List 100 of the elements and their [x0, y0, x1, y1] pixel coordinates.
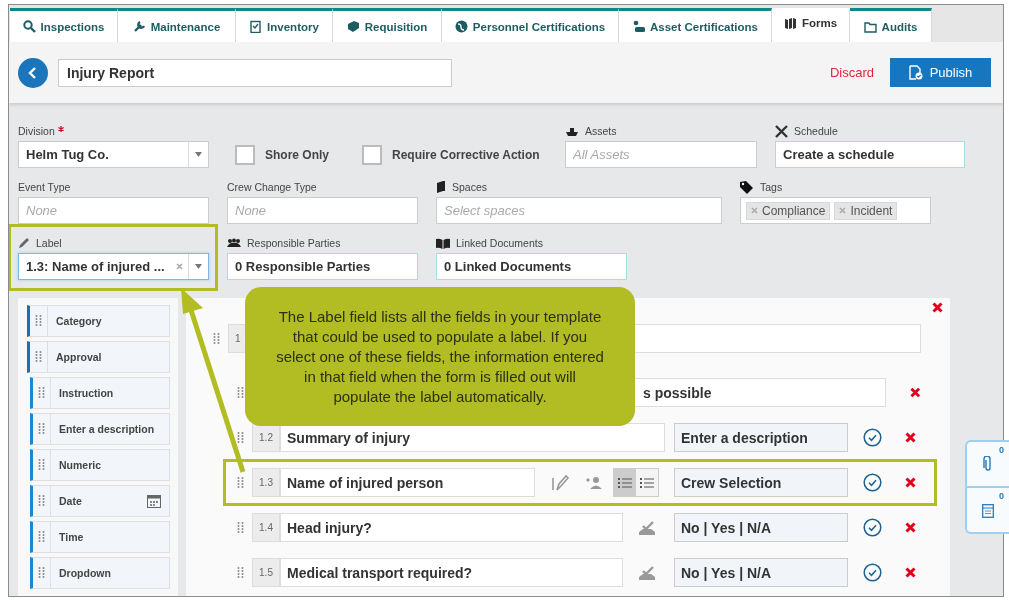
field-label: Assets: [585, 125, 617, 137]
input-field[interactable]: Select spaces: [436, 197, 722, 224]
remove-icon[interactable]: [905, 522, 916, 533]
palette-item[interactable]: Category: [27, 305, 170, 337]
field-label: Schedule: [794, 125, 838, 137]
tab[interactable]: Inspections: [10, 8, 118, 42]
clear-icon[interactable]: [176, 263, 183, 270]
drag-handle-icon[interactable]: [35, 351, 42, 363]
stamp-icon[interactable]: [637, 519, 657, 536]
remove-icon[interactable]: [909, 387, 920, 398]
paperclip-icon[interactable]: [983, 456, 993, 472]
list-style-button[interactable]: [614, 469, 636, 496]
count-label: 0: [999, 445, 1004, 455]
palette-item[interactable]: Approval: [27, 341, 170, 373]
drag-handle-icon[interactable]: [38, 531, 45, 543]
drag-handle-icon[interactable]: [213, 332, 220, 345]
field-label: Crew Change Type: [227, 181, 317, 193]
drag-handle-icon[interactable]: [237, 431, 244, 444]
tag-label: Incident: [850, 203, 893, 218]
globe-icon: [454, 20, 468, 33]
palette-item[interactable]: Dropdown: [30, 557, 170, 589]
field-label: Tags: [760, 181, 783, 193]
type-field[interactable]: Crew Selection: [674, 468, 848, 497]
books-icon: [436, 237, 450, 249]
item-number: 1.3: [252, 468, 280, 497]
field-label: Responsible Parties: [247, 237, 341, 249]
input-field[interactable]: None: [18, 197, 209, 224]
publish-button[interactable]: Publish: [890, 58, 991, 87]
input-field[interactable]: None: [227, 197, 418, 224]
person-icon[interactable]: [585, 475, 603, 490]
calendar-icon[interactable]: [982, 502, 994, 518]
type-field[interactable]: No | Yes | N/A: [674, 558, 848, 587]
checkbox-label: Require Corrective Action: [392, 147, 540, 162]
document-check-icon: [908, 65, 923, 80]
field-label: Label: [36, 237, 62, 249]
input-field[interactable]: All Assets: [565, 141, 757, 168]
check-circle-icon[interactable]: [863, 473, 882, 492]
list-icon: [618, 476, 632, 489]
books-icon: [783, 17, 797, 30]
drag-handle-icon[interactable]: [38, 387, 45, 399]
discard-link[interactable]: Discard: [829, 65, 874, 80]
type-field[interactable]: Enter a description: [674, 423, 848, 452]
palette-item[interactable]: Time: [30, 521, 170, 553]
drag-handle-icon[interactable]: [237, 521, 244, 534]
back-button[interactable]: [18, 57, 48, 88]
drag-handle-icon[interactable]: [237, 476, 244, 489]
check-circle-icon[interactable]: [863, 428, 882, 447]
item-number: 1.4: [252, 513, 280, 542]
input-field[interactable]: 0 Linked Documents: [436, 253, 627, 280]
title-field[interactable]: Injury Report: [58, 58, 452, 87]
count-label: 0: [999, 491, 1004, 501]
checkbox[interactable]: [235, 144, 255, 165]
input-field[interactable]: Create a schedule: [775, 141, 965, 168]
drag-handle-icon[interactable]: [38, 423, 45, 435]
palette-item[interactable]: Date: [30, 485, 170, 517]
drag-handle-icon[interactable]: [38, 567, 45, 579]
remove-tag-icon[interactable]: [751, 207, 758, 214]
pen-icon[interactable]: [551, 473, 569, 492]
remove-icon[interactable]: [932, 302, 943, 313]
input-field[interactable]: Head injury?: [280, 513, 623, 542]
drag-handle-icon[interactable]: [35, 315, 42, 327]
dropdown[interactable]: 1.3: Name of injured ...: [18, 253, 209, 280]
remove-icon[interactable]: [905, 477, 916, 488]
palette-item[interactable]: Instruction: [30, 377, 170, 409]
box-icon: [346, 20, 360, 33]
check-circle-icon[interactable]: [863, 518, 882, 537]
calendar-icon: [147, 494, 161, 508]
drag-handle-icon[interactable]: [237, 566, 244, 579]
item-number: 1: [228, 324, 246, 353]
remove-icon[interactable]: [905, 567, 916, 578]
tab[interactable]: Inventory: [236, 8, 333, 42]
tag-chip[interactable]: Incident: [834, 201, 898, 220]
tab[interactable]: Asset Certifications: [619, 8, 772, 42]
stamp-icon[interactable]: [637, 564, 657, 581]
field-label: Event Type: [18, 181, 71, 193]
drag-handle-icon[interactable]: [38, 459, 45, 471]
tab[interactable]: Requisition: [333, 8, 442, 42]
checkbox[interactable]: [362, 144, 382, 165]
wrench-icon: [132, 20, 146, 33]
check-circle-icon[interactable]: [863, 563, 882, 582]
input-field[interactable]: Medical transport required?: [280, 558, 623, 587]
input-field[interactable]: Name of injured person: [280, 468, 535, 497]
pencil-icon: [18, 237, 30, 249]
remove-icon[interactable]: [905, 432, 916, 443]
callout-tooltip: The Label field lists all the fields in your template that could be used to populate a label. If you select one of these fields, the information entered in that field when the form is filled out will populate the label automatically.: [245, 287, 635, 426]
type-field[interactable]: No | Yes | N/A: [674, 513, 848, 542]
drag-handle-icon[interactable]: [237, 386, 244, 399]
dropdown[interactable]: Helm Tug Co.: [18, 141, 209, 168]
item-number: 1.5: [252, 558, 280, 587]
drag-handle-icon[interactable]: [38, 495, 45, 507]
list-style-button[interactable]: [636, 469, 658, 496]
tab[interactable]: Audits: [850, 8, 932, 42]
input-field[interactable]: 0 Responsible Parties: [227, 253, 418, 280]
remove-tag-icon[interactable]: [839, 207, 847, 214]
tag-chip[interactable]: Compliance: [746, 201, 831, 220]
tab[interactable]: Forms: [772, 8, 850, 42]
palette-item[interactable]: Numeric: [30, 449, 170, 481]
palette-item[interactable]: Enter a description: [30, 413, 170, 445]
tab[interactable]: Maintenance: [118, 8, 236, 42]
tab[interactable]: Personnel Certifications: [442, 8, 619, 42]
